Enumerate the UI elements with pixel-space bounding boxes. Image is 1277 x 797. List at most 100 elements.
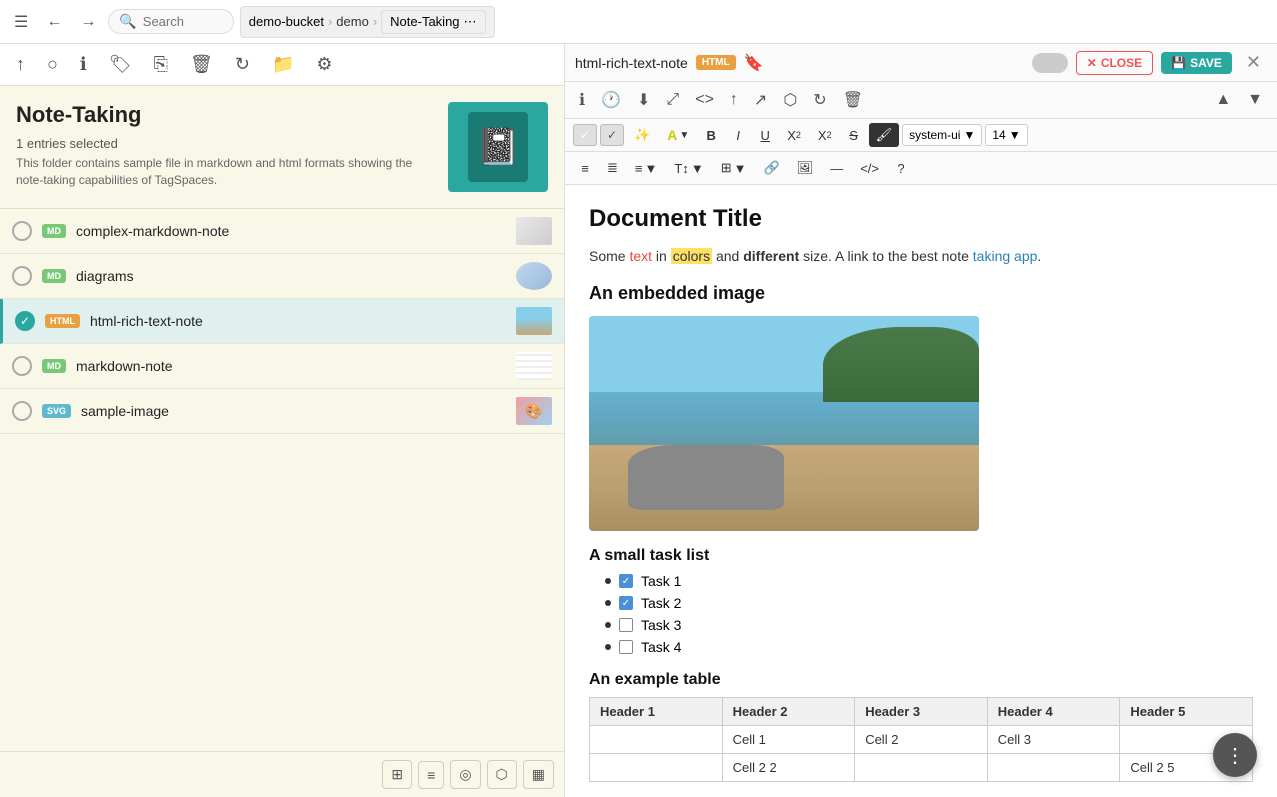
breadcrumb-notetaking[interactable]: Note-Taking ⋯: [381, 10, 485, 34]
file-checkbox[interactable]: [12, 266, 32, 286]
format-magic-btn[interactable]: ✨: [627, 123, 657, 147]
editor-refresh-btn[interactable]: ↻: [807, 86, 832, 114]
breadcrumb-demo[interactable]: demo: [336, 14, 369, 29]
editor-prev-btn[interactable]: ▲: [1209, 87, 1237, 113]
format-check2-btn[interactable]: ✓: [600, 124, 624, 146]
info-btn[interactable]: ℹ: [74, 50, 93, 79]
upload-btn[interactable]: ↑: [10, 50, 31, 79]
format-align-icon: ≡: [635, 161, 643, 176]
close-button[interactable]: ✕ CLOSE: [1076, 51, 1153, 75]
format-code-btn[interactable]: </>: [853, 157, 886, 180]
format-text-size-chevron: ▼: [691, 161, 704, 176]
format-table-btn[interactable]: ⊞ ▼: [714, 156, 754, 180]
doc-link[interactable]: taking app: [973, 248, 1038, 264]
task-checkbox-2[interactable]: ✓: [619, 596, 633, 610]
format-subscript-btn[interactable]: X2: [811, 124, 839, 147]
task-checkbox-3[interactable]: [619, 618, 633, 632]
format-align-btn[interactable]: ≡ ▼: [628, 157, 664, 180]
format-bold-btn[interactable]: B: [699, 124, 723, 147]
search-icon: 🔍: [119, 13, 136, 30]
search-input[interactable]: [143, 14, 223, 29]
task-checkbox-1[interactable]: ✓: [619, 574, 633, 588]
editor-info-btn[interactable]: ℹ: [573, 86, 591, 114]
table-cell: Cell 2: [855, 726, 988, 754]
bookmark-icon[interactable]: 🔖: [744, 53, 764, 73]
file-checkbox-checked[interactable]: ✓: [15, 311, 35, 331]
file-checkbox[interactable]: [12, 221, 32, 241]
format-table-chevron: ▼: [734, 161, 747, 176]
breadcrumb-more-icon: ⋯: [464, 14, 477, 30]
format-help-btn[interactable]: ?: [889, 157, 913, 180]
forward-button[interactable]: →: [74, 9, 102, 35]
editor-close-x-button[interactable]: ✕: [1240, 50, 1267, 75]
editor-export-btn[interactable]: ↗: [748, 86, 773, 114]
format-text-size-btn[interactable]: T↕ ▼: [667, 157, 710, 180]
format-link-btn[interactable]: 🔗: [756, 156, 786, 180]
format-underline-btn[interactable]: U: [753, 124, 777, 147]
format-superscript-btn[interactable]: X2: [780, 124, 808, 147]
editor-history-btn[interactable]: 🕐: [595, 86, 627, 114]
list-item-selected[interactable]: ✓ HTML html-rich-text-note: [0, 299, 564, 344]
format-font-label: system-ui: [909, 128, 960, 142]
format-strikethrough-btn[interactable]: S: [842, 124, 866, 147]
file-checkbox[interactable]: [12, 356, 32, 376]
table-cell: Cell 3: [987, 726, 1120, 754]
editor-code-btn[interactable]: <>: [689, 87, 720, 113]
editor-next-btn[interactable]: ▼: [1241, 87, 1269, 113]
format-ol-btn[interactable]: ≣: [600, 156, 625, 180]
breadcrumb[interactable]: demo-bucket › demo › Note-Taking ⋯: [240, 6, 495, 38]
bullet-2: [605, 600, 611, 606]
task-checkbox-4[interactable]: [619, 640, 633, 654]
circle-btn[interactable]: ○: [41, 50, 64, 79]
format-image-btn[interactable]: 🖼: [790, 156, 821, 180]
editor-expand-btn[interactable]: ⤢: [660, 87, 685, 113]
list-item[interactable]: MD markdown-note: [0, 344, 564, 389]
format-size-dropdown[interactable]: 14 ▼: [985, 124, 1027, 146]
table-header-row: Header 1 Header 2 Header 3 Header 4 Head…: [590, 698, 1253, 726]
editor-share-btn[interactable]: ⬡: [777, 86, 803, 114]
editor-download-btn[interactable]: ⬇: [631, 86, 656, 114]
task-list-title: A small task list: [589, 547, 1253, 565]
format-color-btn[interactable]: A ▼: [660, 123, 696, 147]
board-view-btn[interactable]: ▦: [523, 760, 554, 789]
format-hr-btn[interactable]: —: [823, 157, 850, 180]
file-list: MD complex-markdown-note MD diagrams ✓ H…: [0, 209, 564, 751]
editor-upload-btn[interactable]: ↑: [724, 87, 744, 113]
refresh-btn[interactable]: ↻: [229, 50, 256, 79]
file-checkbox[interactable]: [12, 401, 32, 421]
list-item[interactable]: MD diagrams: [0, 254, 564, 299]
radial-view-btn[interactable]: ◎: [450, 760, 480, 789]
format-paint-btn[interactable]: 🖌: [869, 123, 900, 147]
delete-btn[interactable]: 🗑: [184, 50, 219, 79]
list-item[interactable]: MD complex-markdown-note: [0, 209, 564, 254]
back-button[interactable]: ←: [40, 9, 68, 35]
editor-trash-btn[interactable]: 🗑: [837, 86, 869, 114]
format-ul-btn[interactable]: ≡: [573, 157, 597, 180]
save-button[interactable]: 💾 SAVE: [1161, 52, 1232, 74]
hex-view-btn[interactable]: ⬡: [487, 760, 517, 789]
file-name: complex-markdown-note: [76, 223, 506, 239]
editor-filename: html-rich-text-note: [575, 55, 688, 71]
grid-view-btn[interactable]: ⊞: [382, 760, 412, 789]
format-italic-btn[interactable]: I: [726, 124, 750, 147]
toggle-switch[interactable]: [1032, 53, 1068, 73]
list-view-btn[interactable]: ≡: [418, 761, 444, 789]
format-check1-btn[interactable]: ✓: [573, 124, 597, 146]
editor-content[interactable]: Document Title Some text in colors and d…: [565, 185, 1277, 797]
beach-scene: [589, 316, 979, 531]
save-label: SAVE: [1190, 56, 1222, 70]
folder-btn[interactable]: 📁: [266, 50, 300, 79]
tag-btn[interactable]: 🏷: [103, 50, 138, 79]
list-item[interactable]: SVG sample-image 🎨: [0, 389, 564, 434]
fab-button[interactable]: ⋮: [1213, 733, 1257, 777]
file-thumbnail: [516, 262, 552, 290]
table-cell: [987, 754, 1120, 782]
close-label: CLOSE: [1101, 56, 1142, 70]
copy-btn[interactable]: ⎘: [148, 50, 174, 79]
beach-hills: [823, 327, 979, 402]
menu-button[interactable]: ☰: [8, 8, 34, 36]
bullet-3: [605, 622, 611, 628]
table-section: An example table Header 1 Header 2 Heade…: [589, 671, 1253, 782]
settings-btn[interactable]: ⚙: [310, 50, 338, 79]
format-font-dropdown[interactable]: system-ui ▼: [902, 124, 982, 146]
